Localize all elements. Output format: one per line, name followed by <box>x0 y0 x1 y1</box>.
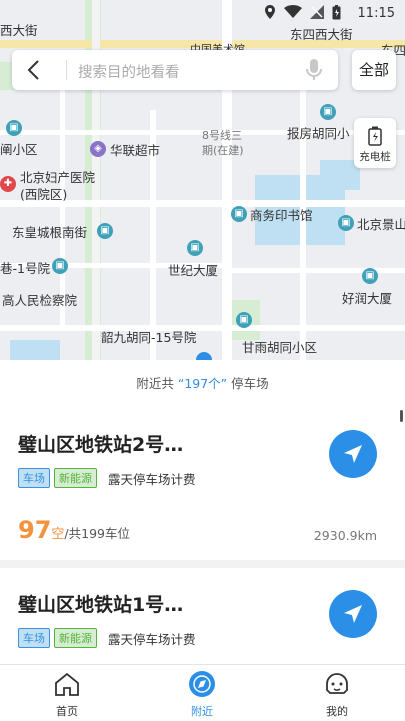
parking-fee: 露天停车场计费 <box>108 472 196 487</box>
charging-icon <box>368 126 382 146</box>
building-icon: ▣ <box>97 223 113 239</box>
shopping-icon: ◈ <box>90 141 106 157</box>
tag-new-energy: 新能源 <box>54 468 97 488</box>
count-prefix: 附近共 <box>136 376 174 391</box>
map-label: 韶九胡同-15号院 <box>101 330 197 345</box>
building-icon: ▣ <box>6 120 22 136</box>
navigate-arrow-icon <box>344 605 362 623</box>
compass-icon <box>189 671 215 697</box>
hospital-icon: ✚ <box>0 176 16 192</box>
total-spaces: /共199车位 <box>64 526 130 541</box>
map-label: 8号线三 <box>202 129 242 142</box>
wifi-icon <box>284 5 302 18</box>
map-label: 北京景山 <box>357 217 405 232</box>
building-icon: ▣ <box>231 206 247 222</box>
tag-parking: 车场 <box>18 468 50 488</box>
distance: 2930.9km <box>313 528 377 543</box>
building-icon: ▣ <box>236 312 252 328</box>
available-unit: 空 <box>51 527 65 542</box>
map-label: 东皇城根南街 <box>12 225 88 240</box>
building-icon: ▣ <box>52 258 68 274</box>
map-label: 高人民检察院 <box>2 293 78 308</box>
clock: 11:15 <box>357 6 395 21</box>
building-icon: ▣ <box>362 268 378 284</box>
parking-card[interactable]: 璧山区地铁站1号… 车场 新能源 露天停车场计费 <box>0 568 405 665</box>
tab-label: 我的 <box>326 705 348 718</box>
home-icon <box>55 672 79 696</box>
search-bar[interactable]: 搜索目的地看看 <box>12 50 338 90</box>
map-label: 甘雨胡同小区 <box>242 340 318 355</box>
navigate-arrow-icon <box>344 445 362 463</box>
parking-fee: 露天停车场计费 <box>108 632 196 647</box>
parking-sheet: 附近共 “197个” 停车场 璧山区地铁站2号… 车场 新能源 露天停车场计费 … <box>0 360 405 665</box>
search-input[interactable]: 搜索目的地看看 <box>78 61 180 82</box>
map-label: 期(在建) <box>202 144 244 157</box>
tab-nearby[interactable]: 附近 <box>162 665 242 721</box>
parking-count: 附近共 “197个” 停车场 <box>0 360 405 408</box>
building-icon: ▣ <box>320 104 336 120</box>
divider <box>66 60 67 80</box>
microphone-icon[interactable] <box>306 59 322 81</box>
navigate-button[interactable] <box>329 590 377 638</box>
availability: 97空/共199车位 <box>18 516 130 544</box>
tab-label: 附近 <box>191 705 213 718</box>
tag-new-energy: 新能源 <box>54 628 97 648</box>
map-label: 世纪大厦 <box>168 263 219 278</box>
map-label: (西院区) <box>20 187 68 202</box>
map-label: 阐小区 <box>0 142 38 157</box>
map-label: 华联超市 <box>110 143 161 158</box>
tag-parking: 车场 <box>18 628 50 648</box>
signal-icon <box>310 5 324 19</box>
charging-station-button[interactable]: 充电桩 <box>354 118 396 168</box>
tab-home[interactable]: 首页 <box>27 665 107 721</box>
available-count: 97 <box>18 516 52 544</box>
map-label: 商务印书馆 <box>250 208 313 223</box>
location-icon <box>265 5 275 19</box>
map-label: 巷-1号院 <box>0 261 50 276</box>
parking-card[interactable]: 璧山区地铁站2号… 车场 新能源 露天停车场计费 97空/共199车位 2930… <box>0 408 405 560</box>
building-icon: ▣ <box>338 215 354 231</box>
scrollbar[interactable] <box>400 410 403 422</box>
tab-label: 首页 <box>56 705 78 718</box>
back-icon[interactable] <box>24 58 44 82</box>
status-icons <box>264 5 341 20</box>
parking-name: 璧山区地铁站1号… <box>18 594 184 616</box>
building-icon: ▣ <box>187 240 203 256</box>
count-suffix: 停车场 <box>231 376 269 391</box>
status-bar: 11:15 <box>0 0 405 28</box>
battery-icon <box>332 5 341 20</box>
count-value: “197个” <box>177 376 228 391</box>
map-label: 报房胡同小 <box>287 126 350 141</box>
tab-bar: 首页 附近 我的 <box>0 664 405 721</box>
map-label: 好润大厦 <box>342 291 393 306</box>
tab-mine[interactable]: 我的 <box>297 665 377 721</box>
charging-label: 充电桩 <box>359 151 391 163</box>
navigate-button[interactable] <box>329 430 377 478</box>
filter-all-button[interactable]: 全部 <box>352 50 396 90</box>
parking-name: 璧山区地铁站2号… <box>18 434 184 456</box>
profile-icon <box>326 673 348 694</box>
